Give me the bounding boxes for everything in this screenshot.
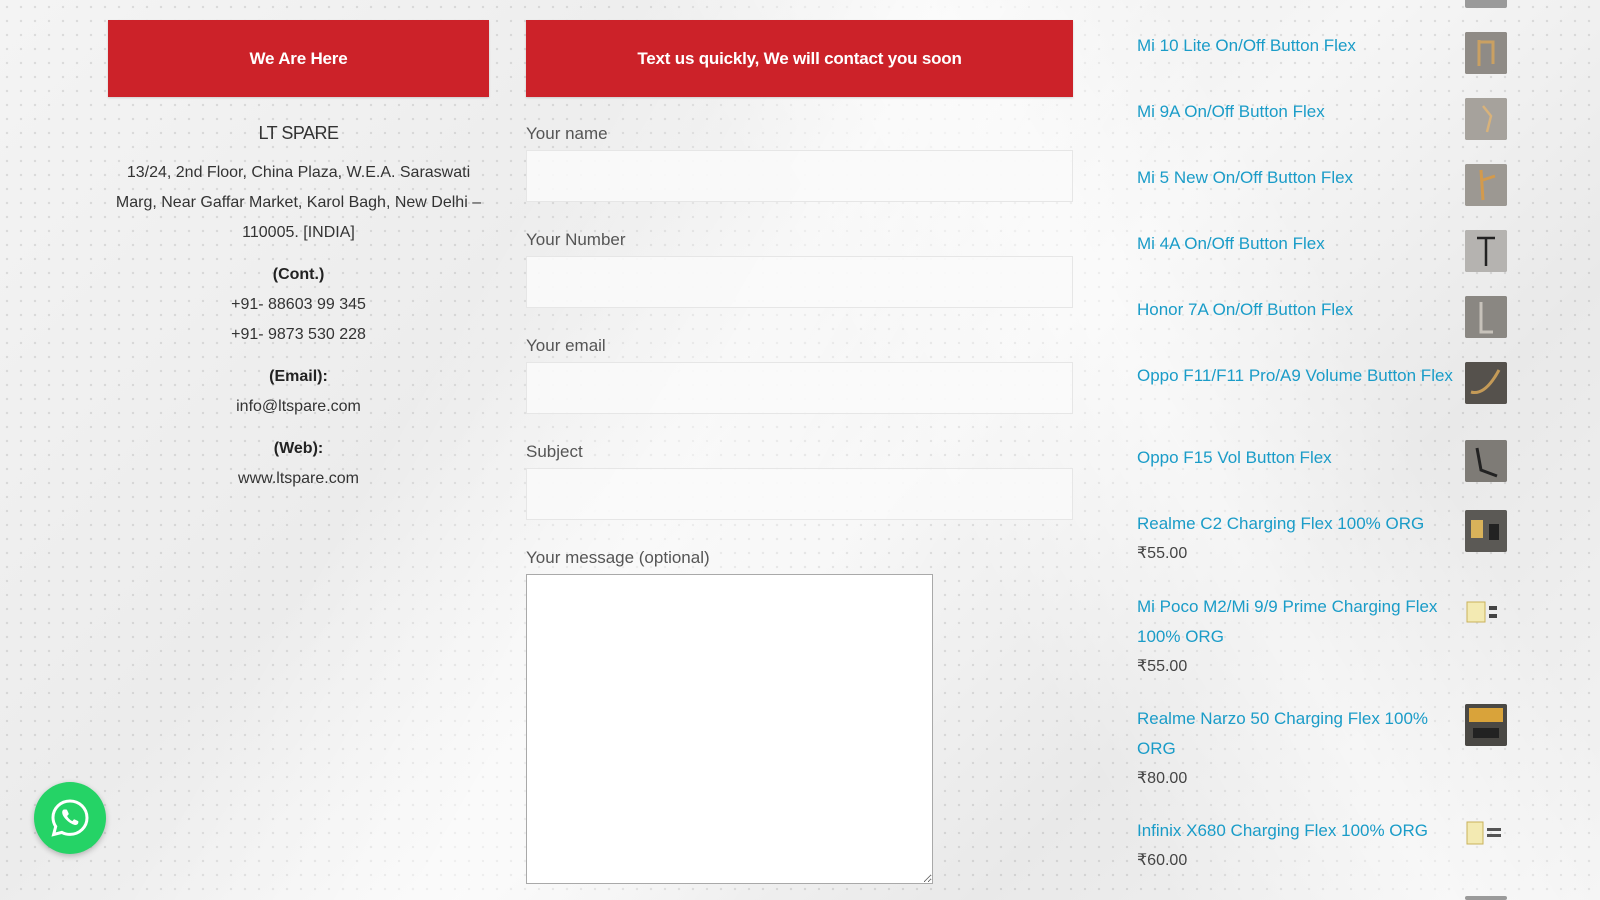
product-thumbnail[interactable]	[1465, 98, 1507, 140]
web-label: (Web):	[273, 440, 324, 457]
product-link[interactable]: Infinix X680 Charging Flex 100% ORG	[1137, 816, 1455, 846]
product-item: Infinix X680 Charging Flex 100% ORG ₹60.…	[1137, 816, 1507, 876]
product-thumbnail[interactable]	[1465, 164, 1507, 206]
whatsapp-button[interactable]	[34, 782, 106, 854]
product-price: ₹55.00	[1137, 545, 1188, 562]
product-thumbnail[interactable]	[1465, 362, 1507, 404]
we-are-here-header: We Are Here	[108, 20, 489, 97]
product-item: Honor 7A On/Off Button Flex	[1137, 295, 1507, 338]
product-thumbnail[interactable]	[1465, 296, 1507, 338]
product-link[interactable]: Honor 7A On/Off Button Flex	[1137, 295, 1455, 325]
product-item: Realme Narzo 50 Charging Flex 100% ORG ₹…	[1137, 704, 1507, 794]
product-price: ₹80.00	[1137, 770, 1188, 787]
contact-label: (Cont.)	[272, 266, 325, 283]
contact-form: Your name Your Number Your email Subject…	[526, 118, 1073, 889]
product-item: Mi Poco M2/Mi 9/9 Prime Charging Flex 10…	[1137, 592, 1507, 682]
contact-form-header: Text us quickly, We will contact you soo…	[526, 20, 1073, 97]
product-thumbnail[interactable]	[1465, 440, 1507, 482]
name-label: Your name	[526, 124, 608, 143]
product-thumbnail[interactable]	[1465, 814, 1507, 856]
product-link[interactable]: Oppo F11/F11 Pro/A9 Volume Button Flex	[1137, 361, 1455, 391]
email-input[interactable]	[526, 362, 1073, 414]
product-link[interactable]: Mi 10 Lite On/Off Button Flex	[1137, 31, 1455, 61]
product-thumbnail[interactable]	[1465, 704, 1507, 746]
subject-label: Subject	[526, 442, 583, 461]
number-label: Your Number	[526, 230, 626, 249]
product-link[interactable]: Mi Poco M2/Mi 9/9 Prime Charging Flex 10…	[1137, 592, 1455, 652]
address: 13/24, 2nd Floor, China Plaza, W.E.A. Sa…	[115, 164, 482, 241]
number-input[interactable]	[526, 256, 1073, 308]
company-name: LT SPARE	[258, 123, 339, 143]
product-item: Oppo F11/F11 Pro/A9 Volume Button Flex	[1137, 361, 1507, 404]
product-thumbnail[interactable]	[1465, 0, 1507, 8]
email-field-label: Your email	[526, 336, 606, 355]
message-label: Your message (optional)	[526, 548, 710, 567]
message-textarea[interactable]	[526, 574, 933, 884]
product-link[interactable]: Oppo F15 Vol Button Flex	[1137, 443, 1455, 473]
product-price: ₹55.00	[1137, 658, 1188, 675]
product-link[interactable]: Realme C2 Charging Flex 100% ORG	[1137, 509, 1455, 539]
product-item: Mi 9A On/Off Button Flex	[1137, 97, 1507, 140]
subject-input[interactable]	[526, 468, 1073, 520]
product-thumbnail[interactable]	[1465, 32, 1507, 74]
phone-2[interactable]: +91- 9873 530 228	[108, 320, 489, 350]
product-link[interactable]: Mi 9A On/Off Button Flex	[1137, 97, 1455, 127]
product-item: Mi 5 New On/Off Button Flex	[1137, 163, 1507, 206]
product-item: Realme C2 Charging Flex 100% ORG ₹55.00	[1137, 509, 1507, 569]
product-item: Mi 4A On/Off Button Flex	[1137, 229, 1507, 272]
name-input[interactable]	[526, 150, 1073, 202]
whatsapp-icon	[51, 799, 89, 837]
product-thumbnail[interactable]	[1465, 896, 1507, 900]
product-price: ₹60.00	[1137, 852, 1188, 869]
product-item: Oppo F15 Vol Button Flex	[1137, 440, 1507, 482]
product-thumbnail[interactable]	[1465, 592, 1507, 634]
contact-info: LT SPARE 13/24, 2nd Floor, China Plaza, …	[108, 118, 489, 494]
product-thumbnail[interactable]	[1465, 230, 1507, 272]
product-link[interactable]: Realme Narzo 50 Charging Flex 100% ORG	[1137, 704, 1455, 764]
phone-1[interactable]: +91- 88603 99 345	[108, 290, 489, 320]
product-thumbnail[interactable]	[1465, 510, 1507, 552]
web-link[interactable]: www.ltspare.com	[108, 464, 489, 494]
email-link[interactable]: info@ltspare.com	[108, 392, 489, 422]
product-link[interactable]: Mi 4A On/Off Button Flex	[1137, 229, 1455, 259]
product-link[interactable]: Mi 5 New On/Off Button Flex	[1137, 163, 1455, 193]
product-item: Mi 10 Lite On/Off Button Flex	[1137, 31, 1507, 74]
email-label: (Email):	[269, 368, 328, 385]
